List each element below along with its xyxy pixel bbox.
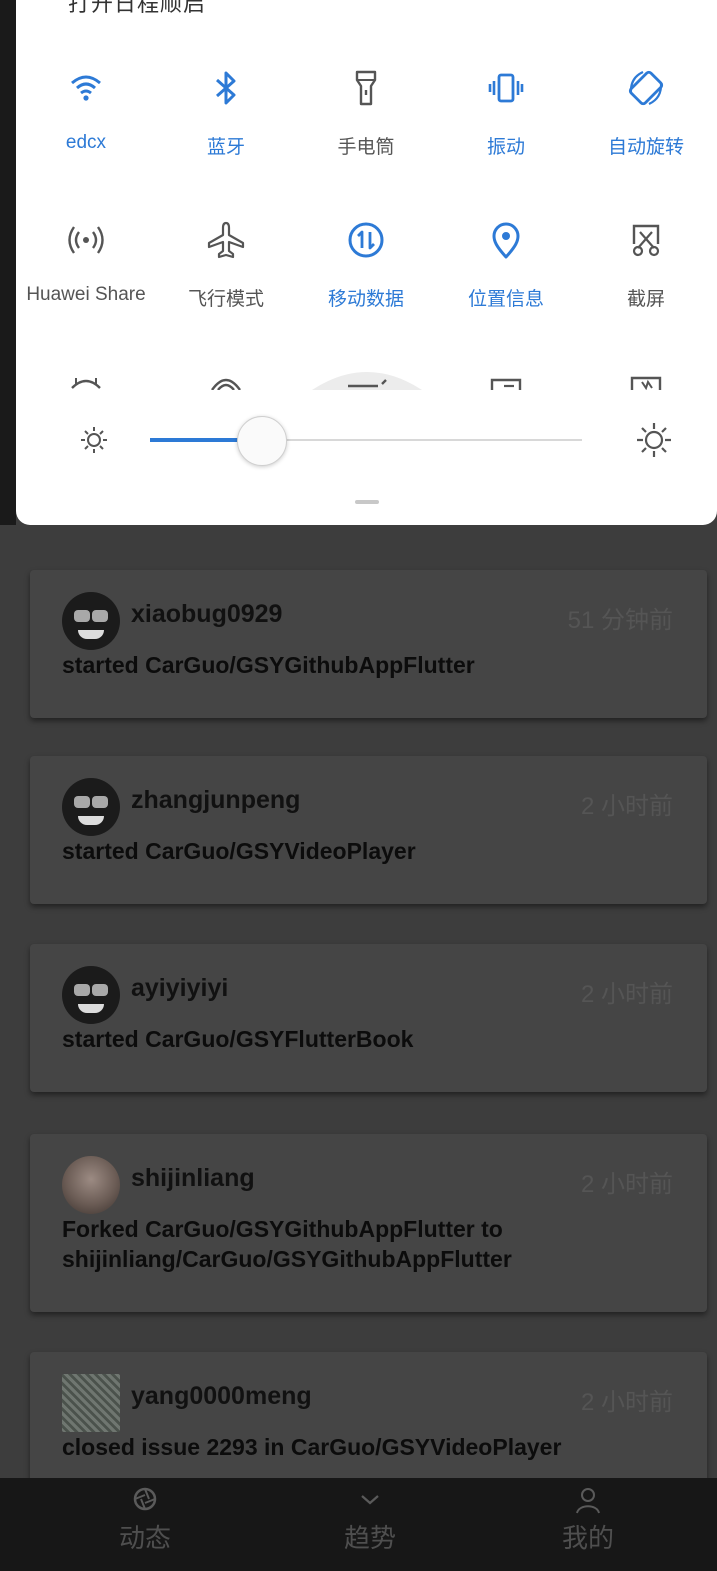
brightness-low-icon (81, 427, 107, 453)
tab-label: 动态 (118, 1523, 171, 1553)
tab-mine[interactable]: 我的 (518, 1478, 658, 1571)
event-card[interactable]: shijinliang 2 小时前 Forked CarGuo/GSYGithu… (30, 1134, 707, 1312)
tile-airplane[interactable]: 飞行模式 (156, 220, 296, 311)
bluetooth-icon (216, 71, 236, 105)
tile-vibrate[interactable]: 振动 (436, 68, 576, 159)
person-icon (573, 1486, 603, 1516)
wifi-icon (71, 75, 101, 101)
user-avatar[interactable] (62, 1374, 120, 1432)
auto-rotate-icon (628, 70, 664, 106)
tile-screenshot[interactable]: 截屏 (576, 220, 716, 311)
partial-tile-icon[interactable] (198, 370, 254, 390)
brightness-slider-fill (150, 438, 245, 442)
tile-label: Huawei Share (26, 284, 146, 305)
event-time: 2 小时前 (580, 1389, 673, 1416)
partial-tile-icon[interactable] (478, 370, 534, 390)
event-action: closed issue 2293 in CarGuo/GSYVideoPlay… (62, 1434, 562, 1460)
brightness-slider-thumb[interactable] (237, 416, 287, 466)
event-time: 2 小时前 (580, 1171, 673, 1198)
tile-wifi[interactable]: edcx (16, 68, 156, 154)
tile-mobile-data[interactable]: 移动数据 (296, 220, 436, 311)
shade-drag-handle[interactable] (355, 500, 379, 504)
event-card[interactable]: ayiyiyiyi 2 小时前 started CarGuo/GSYFlutte… (30, 944, 707, 1092)
tab-dynamic[interactable]: 动态 (75, 1478, 215, 1571)
tile-label: edcx (65, 132, 107, 153)
event-username[interactable]: zhangjunpeng (131, 786, 300, 815)
event-username[interactable]: shijinliang (131, 1164, 255, 1193)
user-avatar[interactable] (62, 966, 120, 1024)
tab-trend[interactable]: 趋势 (300, 1478, 440, 1571)
partial-tile-icon[interactable] (312, 366, 422, 390)
huawei-share-icon (68, 226, 104, 254)
tile-label: 蓝牙 (206, 137, 245, 158)
partial-tile-icon[interactable] (58, 370, 114, 390)
event-action: started CarGuo/GSYFlutterBook (62, 1026, 414, 1052)
user-avatar[interactable] (62, 778, 120, 836)
tile-flashlight[interactable]: 手电筒 (296, 68, 436, 159)
event-action: Forked CarGuo/GSYGithubAppFlutter to shi… (62, 1216, 512, 1272)
shade-header-text: 打开日程顺启 (68, 0, 207, 16)
event-time: 51 分钟前 (567, 607, 673, 634)
tab-label: 趋势 (343, 1523, 396, 1553)
tab-label: 我的 (561, 1523, 614, 1553)
event-username[interactable]: yang0000meng (131, 1382, 312, 1411)
event-action: started CarGuo/GSYGithubAppFlutter (62, 652, 475, 678)
flashlight-icon (355, 70, 377, 106)
event-username[interactable]: ayiyiyiyi (131, 974, 228, 1003)
brightness-slider[interactable] (150, 438, 582, 442)
event-card[interactable]: zhangjunpeng 2 小时前 started CarGuo/GSYVid… (30, 756, 707, 904)
partial-tile-icon[interactable] (618, 370, 674, 390)
tile-auto-rotate[interactable]: 自动旋转 (576, 68, 716, 159)
event-time: 2 小时前 (580, 793, 673, 820)
trend-icon (355, 1486, 385, 1516)
tile-label: 飞行模式 (187, 289, 264, 310)
screenshot-icon (632, 224, 660, 257)
location-icon (492, 222, 520, 259)
tile-location[interactable]: 位置信息 (436, 220, 576, 311)
quick-settings-panel: 打开日程顺启 edcx 蓝牙 手电筒 振动 自动旋转 Huawei Share … (16, 0, 717, 525)
bottom-tab-bar: 动态 趋势 我的 (0, 1478, 717, 1571)
screen-edge (0, 0, 16, 525)
event-username[interactable]: xiaobug0929 (131, 600, 282, 629)
user-avatar[interactable] (62, 592, 120, 650)
event-action: started CarGuo/GSYVideoPlayer (62, 838, 416, 864)
tile-label: 自动旋转 (607, 137, 684, 158)
event-card[interactable]: xiaobug0929 51 分钟前 started CarGuo/GSYGit… (30, 570, 707, 718)
vibrate-icon (488, 73, 524, 103)
tile-label: 振动 (486, 137, 525, 158)
user-avatar[interactable] (62, 1156, 120, 1214)
tile-label: 手电筒 (337, 137, 395, 158)
brightness-high-icon (637, 423, 671, 457)
mobile-data-icon (348, 222, 384, 258)
tile-huawei-share[interactable]: Huawei Share (16, 220, 156, 306)
tile-label: 位置信息 (467, 289, 544, 310)
event-time: 2 小时前 (580, 981, 673, 1008)
airplane-icon (207, 221, 245, 259)
tile-label: 截屏 (626, 289, 665, 310)
tile-bluetooth[interactable]: 蓝牙 (156, 68, 296, 159)
aperture-icon (130, 1486, 160, 1516)
tile-label: 移动数据 (327, 289, 404, 310)
